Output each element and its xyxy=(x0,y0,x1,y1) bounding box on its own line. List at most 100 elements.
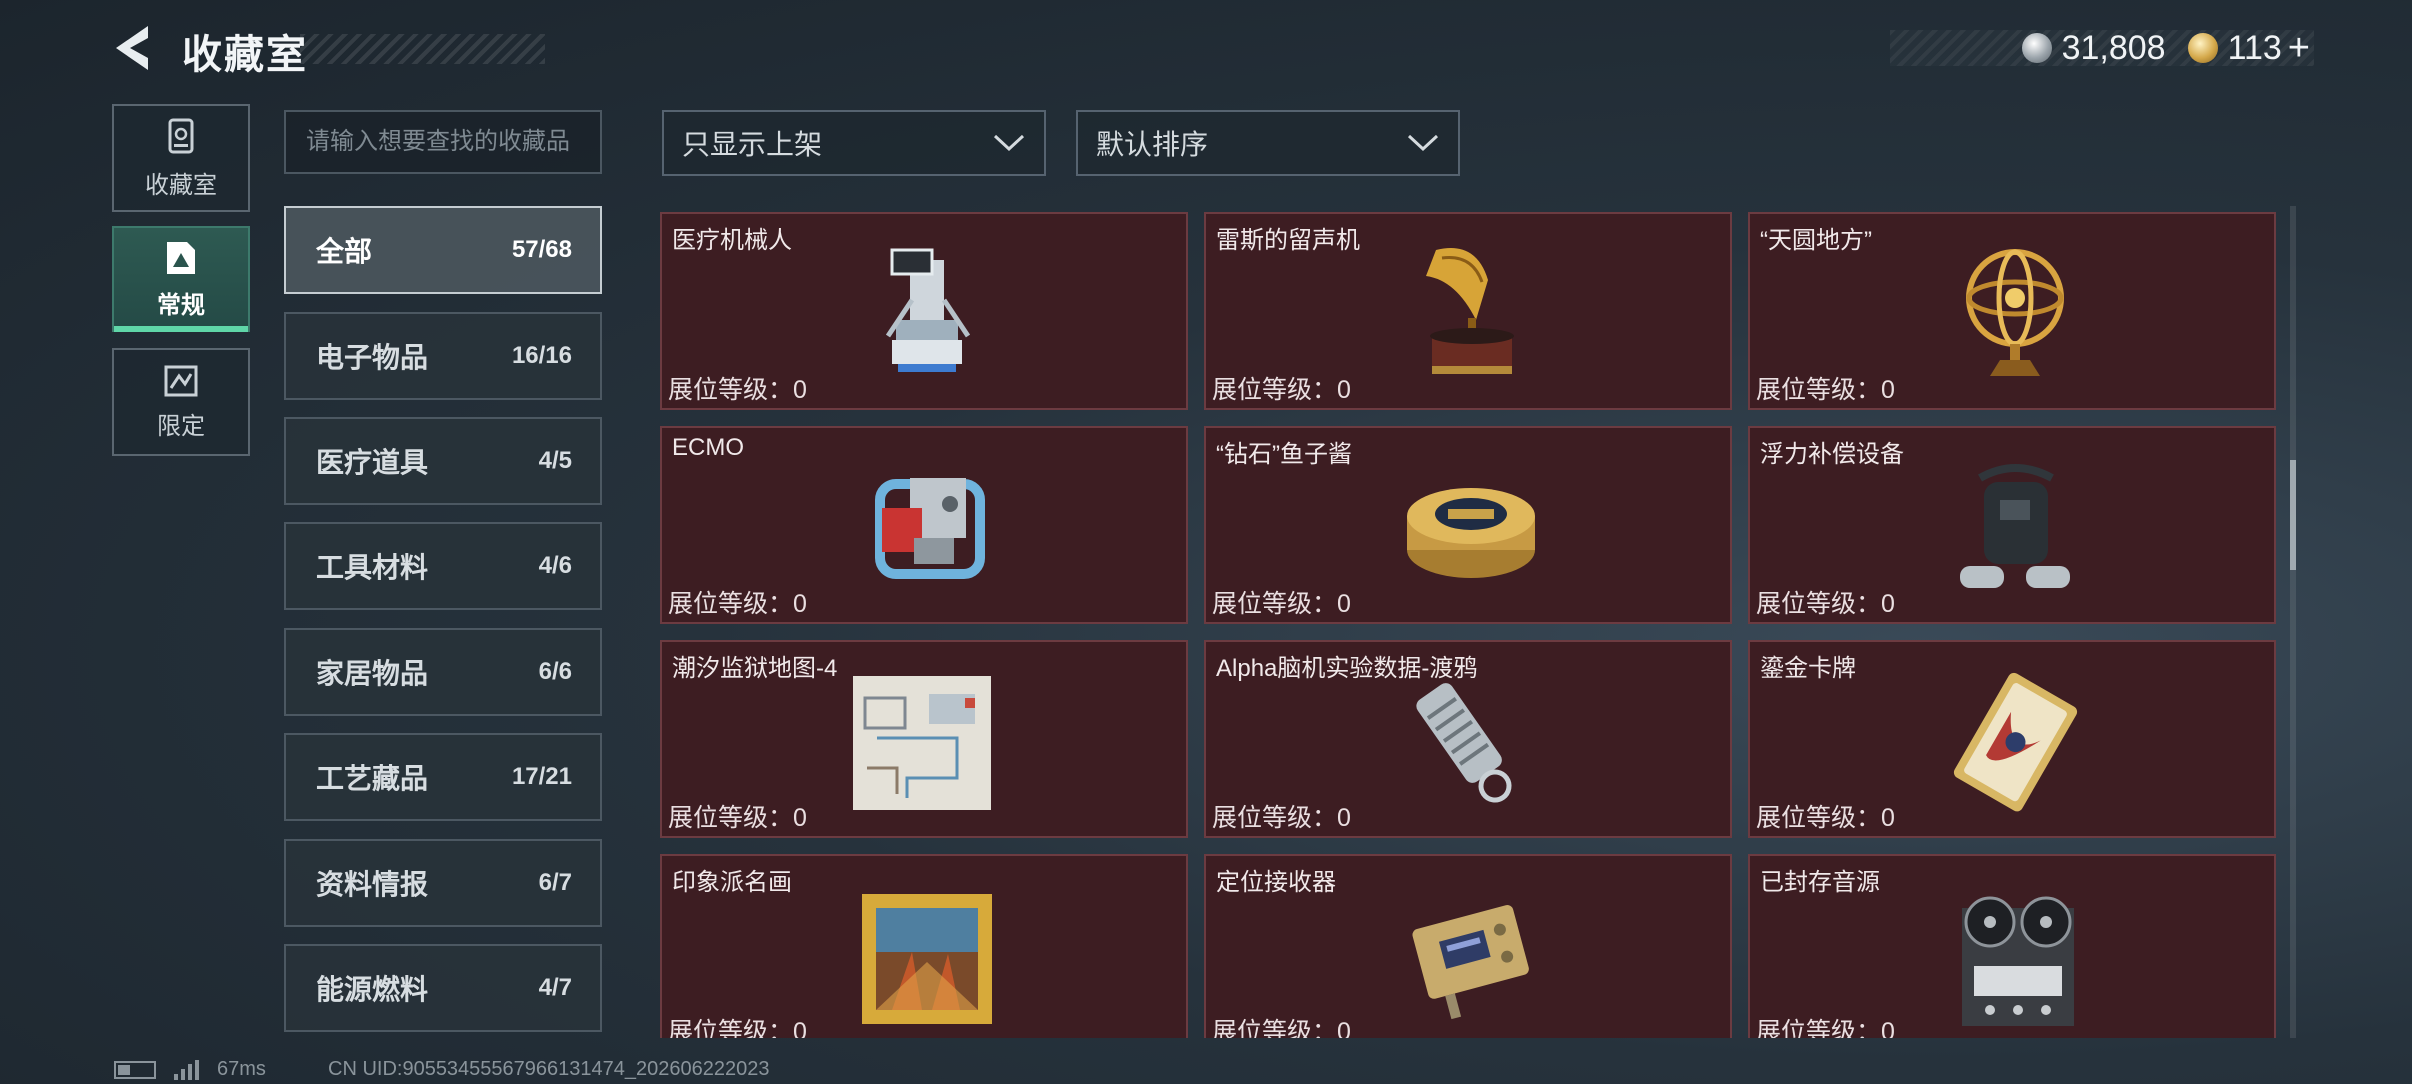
silver-coin-icon xyxy=(2021,33,2052,63)
limited-icon xyxy=(163,364,199,398)
category-name: 资料情报 xyxy=(316,869,429,900)
grid-scrollbar[interactable] xyxy=(2290,206,2296,1038)
item-level: 展位等级：0 xyxy=(668,804,807,832)
nav-regular[interactable]: 常规 xyxy=(112,226,250,332)
framed-painting-icon xyxy=(862,894,992,1024)
item-level: 展位等级：0 xyxy=(1756,590,1895,618)
item-level: 展位等级：0 xyxy=(1756,804,1895,832)
item-card-locator[interactable]: 定位接收器 展位等级：0 xyxy=(1204,854,1732,1038)
category-count: 6/6 xyxy=(538,658,572,685)
item-card-caviar[interactable]: “钻石”鱼子酱 展位等级：0 xyxy=(1204,426,1732,624)
search-input[interactable] xyxy=(284,110,602,174)
item-level: 展位等级：0 xyxy=(668,1018,807,1038)
nav-label: 常规 xyxy=(157,291,205,319)
sort-value: 默认排序 xyxy=(1096,129,1209,160)
nav-label: 限定 xyxy=(157,412,205,440)
item-card-gilded-card[interactable]: 鎏金卡牌 展位等级：0 xyxy=(1748,640,2276,838)
chevron-down-icon xyxy=(1407,134,1439,152)
item-card-data-capsule[interactable]: Alpha脑机实验数据-渡鸦 展位等级：0 xyxy=(1204,640,1732,838)
collection-room-icon xyxy=(164,117,198,157)
category-intel[interactable]: 资料情报 6/7 xyxy=(284,839,602,927)
category-count: 4/6 xyxy=(538,552,572,579)
category-count: 57/68 xyxy=(511,236,572,263)
item-name: 已封存音源 xyxy=(1760,869,1880,896)
category-household[interactable]: 家居物品 6/6 xyxy=(284,628,602,716)
back-arrow-icon xyxy=(116,26,148,70)
signal-icon xyxy=(174,1059,199,1080)
item-card-prison-map[interactable]: 潮汐监狱地图-4 展位等级：0 xyxy=(660,640,1188,838)
item-level: 展位等级：0 xyxy=(668,590,807,618)
category-name: 工具材料 xyxy=(316,552,429,583)
battery-icon xyxy=(114,1060,156,1079)
item-name: 浮力补偿设备 xyxy=(1760,441,1904,468)
regular-icon xyxy=(163,239,199,277)
item-level: 展位等级：0 xyxy=(1212,376,1351,404)
user-uid: CN UID:90553455567966131474_202606222023 xyxy=(328,1058,770,1080)
buoyancy-device-icon xyxy=(1960,464,2070,588)
category-name: 能源燃料 xyxy=(316,974,429,1005)
nav-collection-room[interactable]: 收藏室 xyxy=(112,104,250,212)
caviar-tin-icon xyxy=(1407,488,1535,578)
category-name: 电子物品 xyxy=(316,342,429,373)
category-crafts[interactable]: 工艺藏品 17/21 xyxy=(284,733,602,821)
reel-recorder-icon xyxy=(1962,896,2074,1026)
item-card-ecmo[interactable]: ECMO 展位等级：0 xyxy=(660,426,1188,624)
back-button[interactable] xyxy=(108,22,156,74)
item-level: 展位等级：0 xyxy=(1212,590,1351,618)
currency-gold: 113 + xyxy=(2187,27,2310,70)
armillary-sphere-icon xyxy=(1966,249,2064,376)
gold-amount: 113 xyxy=(2227,28,2282,67)
title-decoration xyxy=(300,34,545,64)
currency-bar: 31,808 113 + xyxy=(1890,27,2314,69)
category-tools[interactable]: 工具材料 4/6 xyxy=(284,522,602,610)
category-fuel[interactable]: 能源燃料 4/7 xyxy=(284,944,602,1032)
item-card-armillary[interactable]: “天圆地方” 展位等级：0 xyxy=(1748,212,2276,410)
item-name: 定位接收器 xyxy=(1216,869,1336,896)
category-count: 16/16 xyxy=(511,342,572,369)
category-name: 工艺藏品 xyxy=(316,763,429,794)
gramophone-icon xyxy=(1426,248,1514,374)
category-count: 4/7 xyxy=(538,974,572,1001)
item-level: 展位等级：0 xyxy=(1212,804,1351,832)
item-name: “天圆地方” xyxy=(1760,227,1872,254)
category-count: 6/7 xyxy=(538,869,572,896)
ping-value: 67ms xyxy=(217,1058,266,1080)
prison-map-icon xyxy=(853,676,991,810)
category-medical[interactable]: 医疗道具 4/5 xyxy=(284,417,602,505)
grid-scrollbar-thumb[interactable] xyxy=(2290,460,2296,570)
chevron-down-icon xyxy=(993,134,1025,152)
category-name: 家居物品 xyxy=(316,658,429,689)
nav-label: 收藏室 xyxy=(145,171,217,199)
category-electronics[interactable]: 电子物品 16/16 xyxy=(284,312,602,400)
page-title: 收藏室 xyxy=(182,33,308,77)
item-name: 雷斯的留声机 xyxy=(1216,227,1360,254)
item-card-medical-robot[interactable]: 医疗机械人 展位等级：0 xyxy=(660,212,1188,410)
gilded-card-icon xyxy=(1953,672,2078,812)
item-name: ECMO xyxy=(672,434,744,461)
item-grid: 医疗机械人 展位等级：0 雷斯的留声机 展位等级：0 “天圆地方” 展位等级：0… xyxy=(660,212,2280,1038)
nav-limited[interactable]: 限定 xyxy=(112,348,250,456)
display-filter-dropdown[interactable]: 只显示上架 xyxy=(662,110,1046,176)
item-level: 展位等级：0 xyxy=(1756,376,1895,404)
item-card-reel-recorder[interactable]: 已封存音源 展位等级：0 xyxy=(1748,854,2276,1038)
currency-silver: 31,808 xyxy=(2021,28,2166,68)
item-name: 印象派名画 xyxy=(672,869,792,896)
item-card-buoyancy[interactable]: 浮力补偿设备 展位等级：0 xyxy=(1748,426,2276,624)
sort-dropdown[interactable]: 默认排序 xyxy=(1076,110,1460,176)
category-name: 医疗道具 xyxy=(316,447,429,478)
medical-robot-icon xyxy=(885,248,971,372)
data-capsule-icon xyxy=(1416,683,1512,803)
item-level: 展位等级：0 xyxy=(1756,1018,1895,1038)
display-filter-value: 只显示上架 xyxy=(682,129,823,160)
item-name: 鎏金卡牌 xyxy=(1760,655,1856,682)
silver-amount: 31,808 xyxy=(2061,28,2166,67)
locator-receiver-icon xyxy=(1412,905,1529,1020)
item-level: 展位等级：0 xyxy=(668,376,807,404)
category-all[interactable]: 全部 57/68 xyxy=(284,206,602,294)
item-card-painting[interactable]: 印象派名画 展位等级：0 xyxy=(660,854,1188,1038)
gold-coin-icon xyxy=(2187,33,2218,63)
item-name: 医疗机械人 xyxy=(672,227,792,254)
item-level: 展位等级：0 xyxy=(1212,1018,1351,1038)
item-card-gramophone[interactable]: 雷斯的留声机 展位等级：0 xyxy=(1204,212,1732,410)
add-currency-button[interactable]: + xyxy=(2288,27,2310,70)
